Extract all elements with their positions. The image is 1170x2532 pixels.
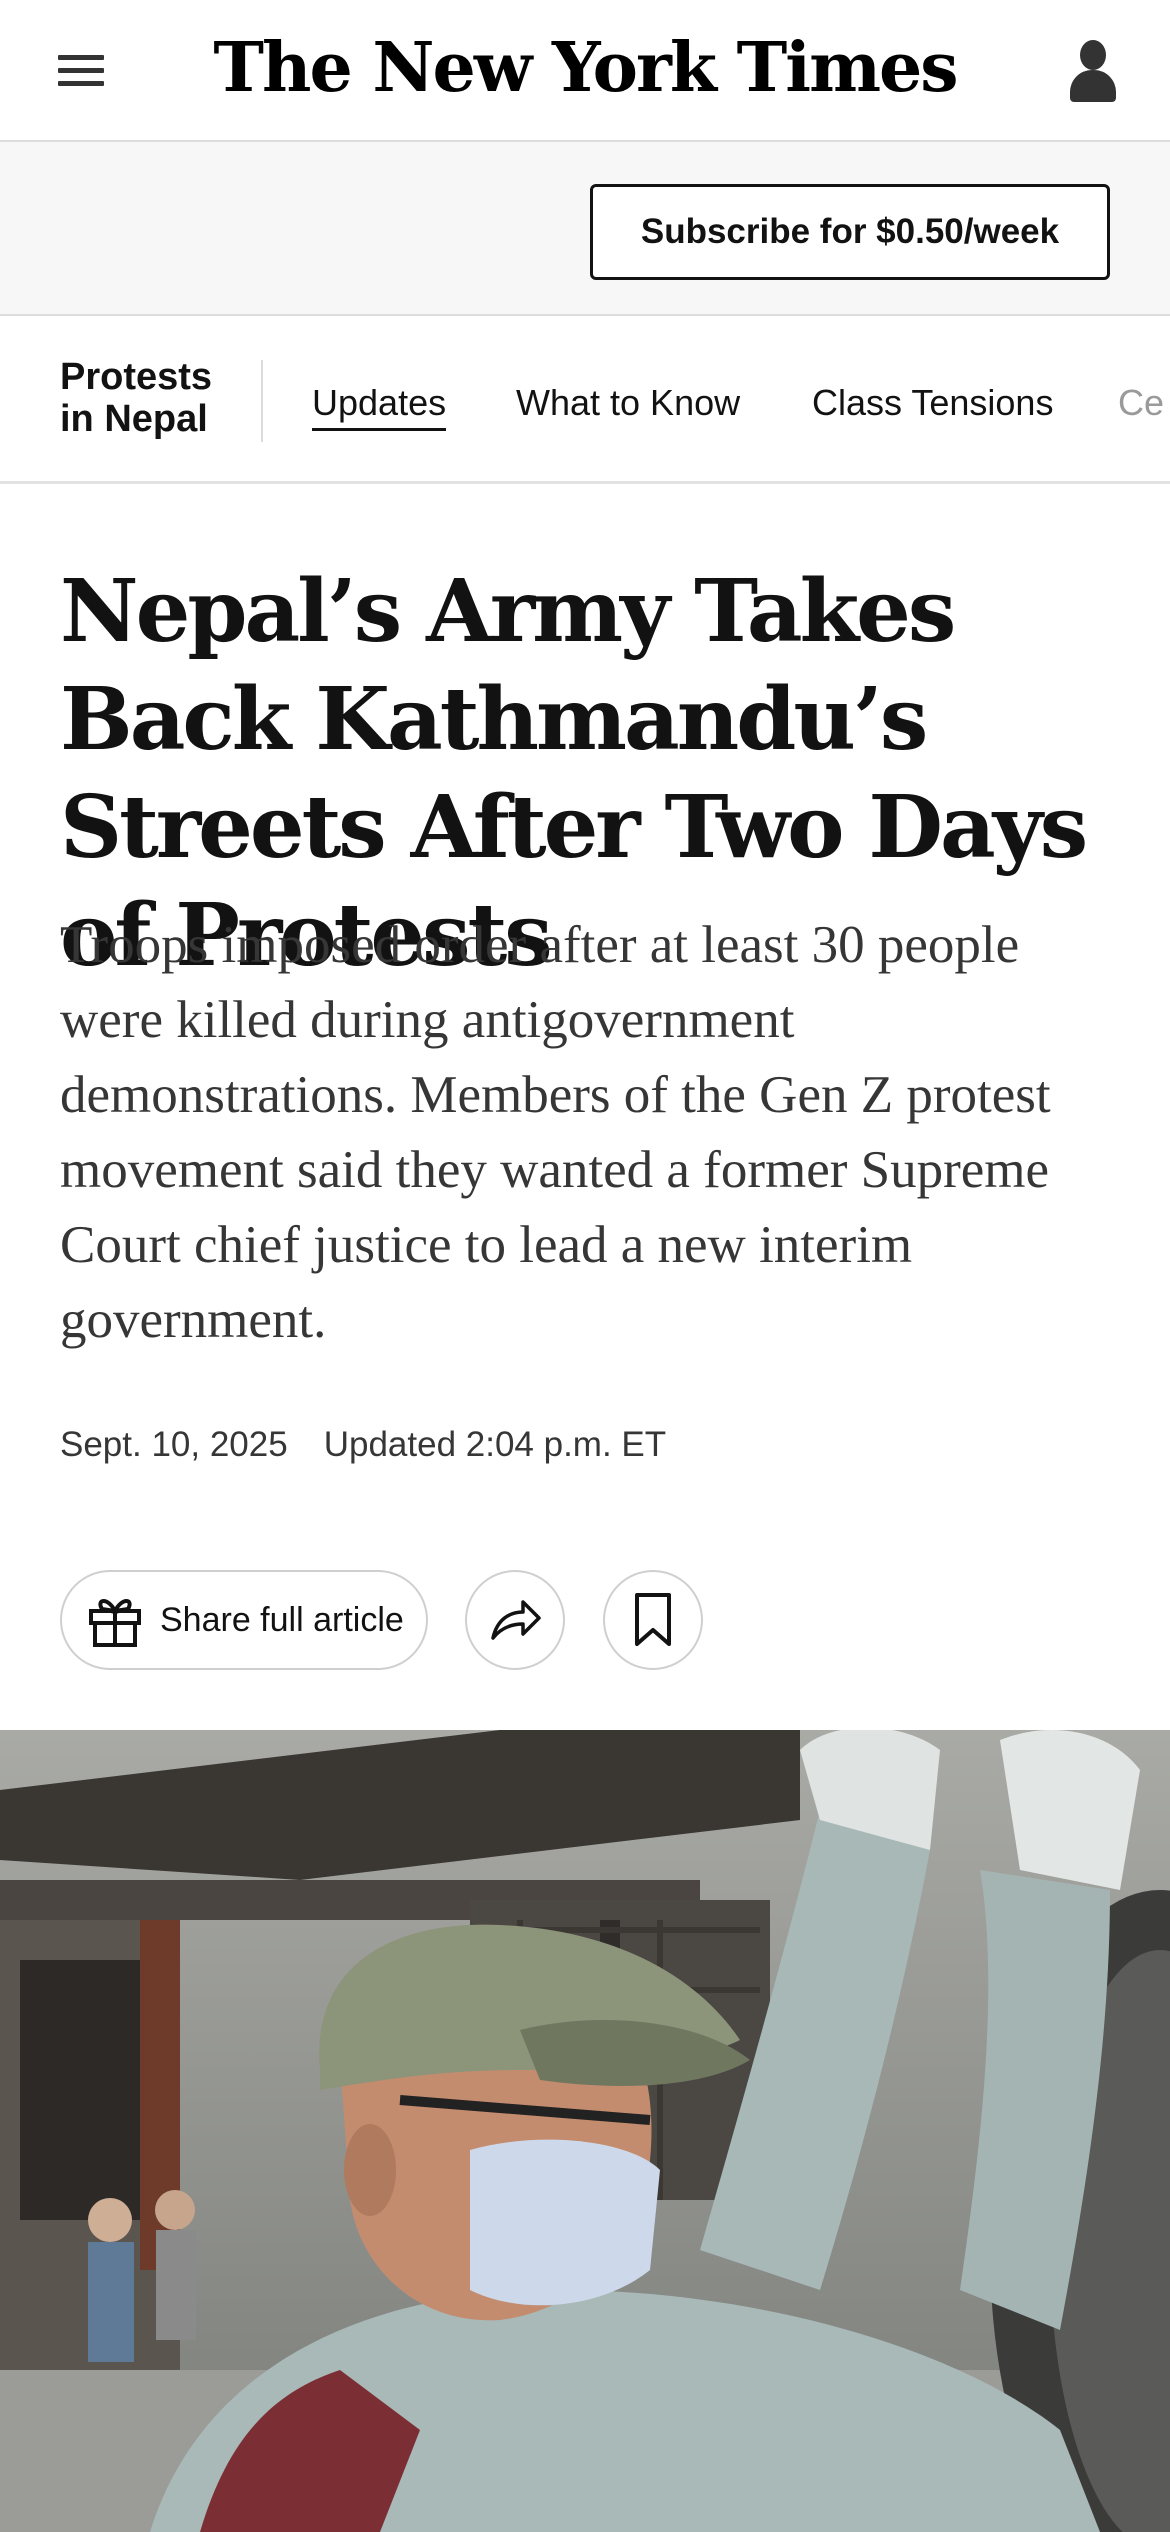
- subscribe-banner: Subscribe for $0.50/week: [0, 142, 1170, 316]
- tab-what-to-know[interactable]: What to Know: [516, 382, 740, 424]
- topic-nav: Protests in Nepal Updates What to Know C…: [0, 316, 1170, 484]
- lead-image[interactable]: [0, 1730, 1170, 2532]
- save-button[interactable]: [603, 1570, 703, 1670]
- tab-updates[interactable]: Updates: [312, 382, 447, 431]
- topic-divider: [261, 360, 263, 442]
- gift-icon: [89, 1599, 141, 1647]
- share-full-article-button[interactable]: Share full article: [60, 1570, 428, 1670]
- publish-date: Sept. 10, 2025: [60, 1425, 288, 1464]
- article-summary: Troops imposed order after at least 30 p…: [60, 916, 1051, 1349]
- topic-label-line2: in Nepal: [60, 398, 208, 440]
- updated-time: Updated 2:04 p.m. ET: [323, 1425, 667, 1464]
- subscribe-button[interactable]: Subscribe for $0.50/week: [590, 184, 1110, 280]
- share-button[interactable]: [465, 1570, 565, 1670]
- top-bar: The New York Times: [0, 0, 1170, 142]
- account-icon[interactable]: [1068, 40, 1118, 102]
- lead-photo: [0, 1730, 1170, 2532]
- bookmark-icon: [635, 1593, 671, 1646]
- tab-class-tensions[interactable]: Class Tensions: [812, 382, 1053, 424]
- tab-truncated[interactable]: Ce: [1118, 382, 1164, 424]
- share-arrow-icon: [491, 1600, 541, 1640]
- topic-label[interactable]: Protests in Nepal: [60, 356, 212, 440]
- dateline: Sept. 10, 2025 Updated 2:04 p.m. ET: [60, 1425, 666, 1465]
- topic-label-line1: Protests: [60, 356, 213, 398]
- nyt-logo[interactable]: The New York Times: [0, 28, 1170, 108]
- share-full-article-label: Share full article: [160, 1600, 404, 1639]
